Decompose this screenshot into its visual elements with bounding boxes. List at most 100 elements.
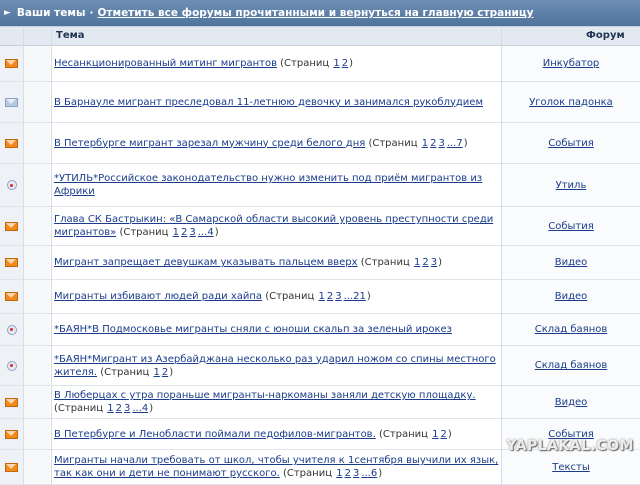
topic-title-link[interactable]: Несанкционированный митинг мигрантов xyxy=(54,58,277,69)
topic-pages: (Страниц 1 2) xyxy=(376,429,452,440)
forum-cell: Инкубатор xyxy=(502,46,640,81)
hot-topic-envelope-icon xyxy=(5,138,18,148)
pages-label: (Страниц xyxy=(265,291,315,302)
page-link[interactable]: 1 xyxy=(318,291,324,302)
table-row: Мигрант запрещает девушкам указывать пал… xyxy=(0,246,640,280)
topic-cell: Глава СК Бастрыкин: «В Самарской области… xyxy=(52,207,500,245)
forum-cell: Уголок падонка xyxy=(502,82,640,122)
page-link[interactable]: ...4 xyxy=(132,403,148,414)
topic-title-link[interactable]: В Люберцах с утра пораньше мигранты-нарк… xyxy=(54,390,476,401)
page-link[interactable]: 1 xyxy=(107,403,113,414)
row-status-cell xyxy=(0,314,23,345)
page-link[interactable]: 3 xyxy=(438,138,444,149)
topic-title-link[interactable]: *УТИЛЬ*Российское законодательство нужно… xyxy=(54,173,482,197)
forum-link[interactable]: События xyxy=(548,138,594,149)
column-header-forum: Форум xyxy=(586,30,625,41)
forum-link[interactable]: Тексты xyxy=(552,462,590,473)
page-link[interactable]: 3 xyxy=(335,291,341,302)
forum-link[interactable]: Инкубатор xyxy=(543,58,600,69)
forum-link[interactable]: Видео xyxy=(555,291,588,302)
hot-topic-envelope-icon xyxy=(5,258,18,267)
topic-pages: (Страниц 1 2) xyxy=(277,58,353,69)
topic-title-link[interactable]: Мигрант запрещает девушкам указывать пал… xyxy=(54,257,358,268)
row-status-cell xyxy=(0,246,23,279)
page-link[interactable]: ...6 xyxy=(361,468,377,479)
hot-topic-envelope-icon xyxy=(5,429,18,439)
pages-label: (Страниц xyxy=(54,403,104,414)
page-link[interactable]: 2 xyxy=(345,468,351,479)
page-link[interactable]: 1 xyxy=(336,468,342,479)
pages-close: ) xyxy=(214,227,219,238)
pages-close: ) xyxy=(366,291,371,302)
page-link[interactable]: 3 xyxy=(431,257,437,268)
page-link[interactable]: 3 xyxy=(189,227,195,238)
page-link[interactable]: ...21 xyxy=(344,291,366,302)
mark-all-read-link[interactable]: Отметить все форумы прочитанными и верну… xyxy=(97,7,533,19)
pages-close: ) xyxy=(463,137,468,149)
topic-title-link[interactable]: Мигранты начали требовать от школ, чтобы… xyxy=(54,455,498,479)
page-link[interactable]: 2 xyxy=(181,227,187,238)
topic-title-link[interactable]: Мигранты избивают людей ради хайпа xyxy=(54,291,262,302)
topic-cell: *БАЯН*Мигрант из Азербайджана несколько … xyxy=(52,346,500,385)
page-link[interactable]: 2 xyxy=(422,257,428,268)
page-link[interactable]: 1 xyxy=(173,227,179,238)
page-link[interactable]: 2 xyxy=(342,58,348,69)
page-link[interactable]: 1 xyxy=(153,367,159,378)
page-link[interactable]: 1 xyxy=(422,138,428,149)
topic-pages: (Страниц 1 2 3) xyxy=(358,257,442,268)
topic-cell: *БАЯН*В Подмосковье мигранты сняли с юно… xyxy=(52,314,500,345)
page-link[interactable]: ...7 xyxy=(447,138,463,149)
topic-cell: В Петербурге и Ленобласти поймали педофи… xyxy=(52,419,500,449)
hot-topic-envelope-icon xyxy=(5,462,18,472)
column-divider xyxy=(501,26,502,485)
topic-title-link[interactable]: *БАЯН*В Подмосковье мигранты сняли с юно… xyxy=(54,324,452,335)
page-link[interactable]: 2 xyxy=(327,291,333,302)
hot-topic-envelope-icon xyxy=(5,397,18,407)
column-divider xyxy=(51,26,52,485)
page-link[interactable]: 2 xyxy=(430,138,436,149)
forum-link[interactable]: Утиль xyxy=(556,180,587,191)
page-link[interactable]: 2 xyxy=(162,367,168,378)
forum-cell: События xyxy=(502,207,640,245)
forum-link[interactable]: Склад баянов xyxy=(535,324,608,335)
topic-cell: *УТИЛЬ*Российское законодательство нужно… xyxy=(52,164,500,206)
topic-title-link[interactable]: В Петербурге мигрант зарезал мужчину сре… xyxy=(54,138,365,149)
forum-link[interactable]: События xyxy=(548,221,594,232)
forum-link[interactable]: Склад баянов xyxy=(535,360,608,371)
row-status-cell xyxy=(0,82,23,122)
page-link[interactable]: 1 xyxy=(333,58,339,69)
topic-cell: Несанкционированный митинг мигрантов (Ст… xyxy=(52,46,500,81)
topic-cell: В Петербурге мигрант зарезал мужчину сре… xyxy=(52,123,500,163)
pages-label: (Страниц xyxy=(360,257,410,268)
topic-cell: В Барнауле мигрант преследовал 11-летнюю… xyxy=(52,82,500,122)
header-separator: · xyxy=(89,7,94,19)
row-status-cell xyxy=(0,346,23,385)
page-link[interactable]: 1 xyxy=(432,429,438,440)
page-link[interactable]: 3 xyxy=(124,403,130,414)
topic-title-link[interactable]: В Петербурге и Ленобласти поймали педофи… xyxy=(54,429,376,440)
pages-close: ) xyxy=(447,428,452,440)
page-link[interactable]: 3 xyxy=(353,468,359,479)
forum-link[interactable]: Уголок падонка xyxy=(529,97,613,108)
pages-close: ) xyxy=(149,403,154,414)
site-watermark: YAPLAKAL.COM xyxy=(506,438,634,454)
forum-link[interactable]: Видео xyxy=(555,257,588,268)
page-link[interactable]: 2 xyxy=(441,429,447,440)
topic-cell: Мигранты начали требовать от школ, чтобы… xyxy=(52,450,500,484)
forum-link[interactable]: Видео xyxy=(555,397,588,408)
topic-cell: Мигрант запрещает девушкам указывать пал… xyxy=(52,246,500,279)
pages-close: ) xyxy=(169,366,174,378)
row-spacer-cell xyxy=(24,419,50,449)
topic-title-link[interactable]: В Барнауле мигрант преследовал 11-летнюю… xyxy=(54,97,483,108)
table-row: Несанкционированный митинг мигрантов (Ст… xyxy=(0,46,640,82)
page-link[interactable]: 2 xyxy=(116,403,122,414)
page-link[interactable]: ...4 xyxy=(198,227,214,238)
forum-cell: Тексты xyxy=(502,450,640,484)
pages-label: (Страниц xyxy=(280,58,330,69)
table-row: Глава СК Бастрыкин: «В Самарской области… xyxy=(0,207,640,246)
pages-label: (Страниц xyxy=(282,468,332,479)
arrow-right-icon: ► xyxy=(4,8,11,18)
topic-pages: (Страниц 1 2) xyxy=(97,367,173,378)
page-link[interactable]: 1 xyxy=(414,257,420,268)
hot-topic-envelope-icon xyxy=(5,221,18,231)
